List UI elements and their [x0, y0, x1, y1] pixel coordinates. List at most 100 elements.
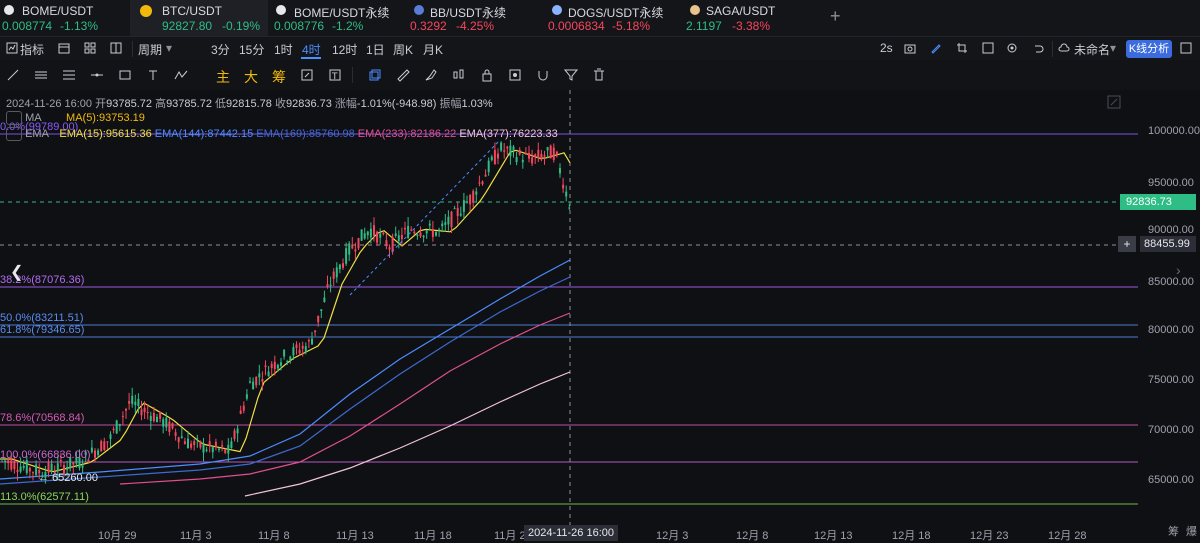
text-icon[interactable]: T: [328, 68, 342, 82]
horizontal-ray-icon[interactable]: [90, 68, 104, 82]
candle-body: [435, 231, 437, 236]
candle-body: [385, 240, 388, 247]
candle-body: [56, 463, 59, 472]
edit-box-icon[interactable]: [300, 68, 314, 82]
tab-btc-usdt[interactable]: BTC/USDT 92827.80 -0.19%: [130, 0, 268, 36]
camera-icon[interactable]: [904, 42, 916, 54]
text-tool-icon[interactable]: [146, 68, 160, 82]
layout-icon[interactable]: [110, 42, 122, 54]
tab-bome-usdt-perp[interactable]: BOME/USDT永续 0.008776 -1.2%: [272, 0, 402, 36]
period-button[interactable]: 周期: [138, 41, 162, 58]
candle-body: [270, 363, 273, 368]
candle-body: [32, 472, 34, 474]
candle-body: [301, 345, 304, 349]
candle-body: [351, 244, 354, 249]
interval-4h[interactable]: 4时: [302, 41, 321, 58]
trendline-icon[interactable]: [6, 68, 20, 82]
interval-1w[interactable]: 周K: [393, 41, 413, 58]
add-tab-icon[interactable]: +: [830, 6, 841, 27]
fullscreen-icon[interactable]: [982, 42, 994, 54]
lock-icon[interactable]: [480, 68, 494, 82]
eye-icon[interactable]: [508, 68, 522, 82]
candle-body: [227, 444, 230, 454]
layout-name-dropdown[interactable]: 未命名: [1074, 41, 1110, 58]
candle-body: [335, 267, 338, 278]
chevron-down-icon[interactable]: ▾: [166, 41, 172, 55]
tab-price: 0.3292: [410, 19, 447, 33]
magnet-icon[interactable]: [536, 68, 550, 82]
interval-15m[interactable]: 15分: [239, 41, 264, 58]
undo-icon[interactable]: [1032, 42, 1044, 54]
candle-body: [462, 200, 465, 212]
ma5-value: MA(5):93753.19: [66, 111, 145, 124]
candle-body: [94, 450, 96, 458]
toggle-icon[interactable]: [6, 127, 22, 141]
candle-body: [456, 207, 459, 217]
candle-body: [264, 365, 267, 368]
ema144-value: EMA(144):87442.15: [154, 127, 254, 140]
candle-body: [425, 230, 428, 234]
candle-bars-icon[interactable]: [452, 68, 466, 82]
chart-settings-icon[interactable]: [1106, 94, 1122, 110]
candle-body: [320, 309, 323, 312]
scroll-left-icon[interactable]: ❮: [10, 262, 23, 282]
main-force-char[interactable]: 主: [216, 67, 230, 87]
refresh-interval[interactable]: 2s: [880, 41, 893, 55]
fib-retracement-icon[interactable]: [62, 68, 76, 82]
candle-body: [428, 223, 431, 226]
interval-1mo[interactable]: 月K: [423, 41, 443, 58]
grid-icon[interactable]: [84, 42, 96, 54]
tab-saga-usdt[interactable]: SAGA/USDT 2.1197 -3.38%: [684, 0, 814, 36]
tab-bb-usdt-perp[interactable]: BB/USDT永续 0.3292 -4.25%: [408, 0, 538, 36]
add-alert-icon[interactable]: +: [1118, 236, 1136, 252]
chevron-down-icon[interactable]: ▾: [1110, 41, 1116, 55]
candle-body: [224, 449, 227, 453]
pattern-icon[interactable]: [174, 68, 188, 82]
toggle-icon[interactable]: [6, 111, 22, 125]
scroll-right-icon[interactable]: ›: [1176, 262, 1181, 278]
candle-body: [137, 398, 140, 407]
candle-body: [459, 213, 462, 216]
candle-body: [416, 235, 419, 237]
horizontal-lines-icon[interactable]: [34, 68, 48, 82]
expand-icon[interactable]: [1180, 42, 1192, 54]
kline-analysis-button[interactable]: K线分析: [1126, 40, 1172, 58]
candle-body: [506, 146, 509, 149]
trash-icon[interactable]: [592, 68, 606, 82]
ema377-line: [244, 371, 571, 497]
interval-12h[interactable]: 12时: [332, 41, 357, 58]
liquidation-toggle[interactable]: 爆: [1186, 523, 1197, 539]
gear-icon[interactable]: [1006, 42, 1018, 54]
candle-body: [255, 376, 258, 386]
candle-body: [289, 356, 292, 361]
bome-coin-icon: [4, 5, 14, 15]
candle-body: [304, 346, 307, 353]
divider: [352, 67, 353, 83]
kline-chart-area[interactable]: 0.0%(99789.00) 38.2%(87076.36) 50.0%(832…: [0, 90, 1200, 541]
large-order-char[interactable]: 大: [244, 67, 258, 87]
chip-distribution-char[interactable]: 筹: [272, 67, 286, 87]
interval-1h[interactable]: 1时: [274, 41, 293, 58]
bome-coin-icon: [276, 5, 286, 15]
crop-icon[interactable]: [956, 42, 968, 54]
interval-3m[interactable]: 3分: [211, 41, 230, 58]
magnet-copy-icon[interactable]: [368, 68, 382, 82]
ruler-icon[interactable]: [396, 68, 410, 82]
candle-body: [187, 438, 189, 449]
cloud-icon[interactable]: [1058, 42, 1070, 54]
tab-bome-usdt[interactable]: BOME/USDT 0.008774 -1.13%: [0, 0, 128, 36]
pencil-icon[interactable]: [930, 42, 942, 54]
indicator-icon: [6, 42, 18, 54]
chip-distribution-toggle[interactable]: 筹: [1168, 523, 1179, 539]
brush-icon[interactable]: [424, 68, 438, 82]
indicators-button[interactable]: 指标: [20, 41, 44, 58]
tab-dogs-usdt-perp[interactable]: DOGS/USDT永续 0.0006834 -5.18%: [546, 0, 676, 36]
interval-1d[interactable]: 1日: [366, 41, 385, 58]
candlestick-chart[interactable]: [0, 90, 1200, 541]
rectangle-icon[interactable]: [118, 68, 132, 82]
calendar-icon[interactable]: [58, 42, 70, 54]
candle-body: [149, 415, 152, 421]
filter-icon[interactable]: [564, 68, 578, 82]
candle-body: [376, 231, 379, 243]
candle-body: [81, 465, 84, 468]
